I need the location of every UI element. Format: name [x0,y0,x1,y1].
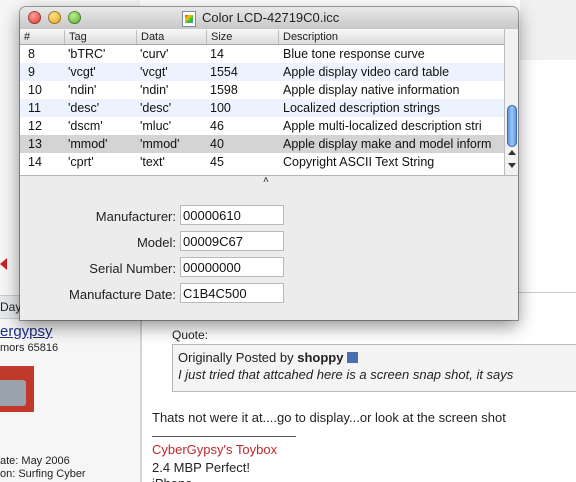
signature-line-3: iPhone [152,476,192,482]
model-field[interactable] [180,231,284,251]
cell-number: 10 [28,83,42,97]
cell-size: 1554 [210,65,238,79]
quote-posted-by-text: Originally Posted by [178,350,294,365]
cell-size: 45 [210,155,224,169]
icc-profile-window: Color LCD-42719C0.icc # Tag Data Size De… [20,7,518,320]
signature-line-2: 2.4 MBP Perfect! [152,460,251,475]
post-body-text: Thats not were it at....go to display...… [152,410,506,425]
manufacturer-field[interactable] [180,205,284,225]
table-row[interactable]: 11 'desc' 'desc' 100 Localized description s… [20,99,504,117]
cell-size: 1598 [210,83,238,97]
table-row[interactable]: 9 'vcgt' 'vcgt' 1554 Apple display video car… [20,63,504,81]
poster-location: on: Surfing Cyber [0,468,86,480]
manufacture-date-field[interactable] [180,283,284,303]
cell-tag: 'bTRC' [68,47,106,61]
avatar [0,366,34,412]
cell-data: 'vcgt' [140,65,168,79]
table-row[interactable]: 8 'bTRC' 'curv' 14 Blue tone response curve [20,45,504,63]
scroll-down-arrow-icon[interactable] [508,163,516,168]
cell-tag: 'ndin' [68,83,97,97]
table-row[interactable]: 12 'dscm' 'mluc' 46 Apple multi-localized de… [20,117,504,135]
scrollbar-thumb[interactable] [507,105,517,147]
cell-size: 46 [210,119,224,133]
zoom-window-button[interactable] [68,11,81,24]
scroll-up-arrow-icon[interactable] [508,150,516,155]
cell-description: Apple multi-localized description stri [283,119,482,133]
quote-label: Quote: [172,328,209,342]
manufacturer-label: Manufacturer: [95,209,176,224]
serial-number-field[interactable] [180,257,284,277]
cell-data: 'text' [140,155,165,169]
cell-description: Apple display native information [283,83,460,97]
column-divider [140,300,142,482]
cell-size: 100 [210,101,231,115]
cell-number: 12 [28,119,42,133]
model-label: Model: [136,235,176,250]
poster-username-link[interactable]: ergypsy [0,323,53,340]
signature-divider [152,436,296,437]
cell-data: 'ndin' [140,83,169,97]
cell-size: 14 [210,47,224,61]
splitter-caret-icon: ˄ [263,175,269,186]
table-vertical-scrollbar[interactable] [504,29,518,175]
cell-description: Copyright ASCII Text String [283,155,435,169]
tag-table-rows: 8 'bTRC' 'curv' 14 Blue tone response curve 9… [20,45,504,175]
cell-tag: 'dscm' [68,119,103,133]
column-header-number[interactable]: # [20,30,64,44]
window-title: Color LCD-42719C0.icc [202,10,340,25]
red-arrow-icon [0,258,7,270]
cell-description: Blue tone response curve [283,47,425,61]
view-post-icon[interactable] [347,352,359,363]
avatar-laptop-icon [0,380,26,406]
table-row[interactable]: 13 'mmod' 'mmod' 40 Apple display make and m… [20,135,504,153]
close-window-button[interactable] [28,11,41,24]
cell-tag: 'vcgt' [68,65,96,79]
tag-table: # Tag Data Size Description 8 'bTRC' 'curv… [20,29,518,175]
cell-data: 'mmod' [140,137,180,151]
cell-number: 11 [28,101,41,115]
table-row[interactable]: 14 'cprt' 'text' 45 Copyright ASCII Text Str… [20,153,504,171]
cell-tag: 'cprt' [68,155,94,169]
cell-number: 8 [28,47,35,61]
column-header-size[interactable]: Size [206,30,278,44]
cell-size: 40 [210,137,224,151]
column-header-description[interactable]: Description [278,30,504,44]
signature-owner-link[interactable]: CyberGypsy's [152,442,233,457]
cell-number: 14 [28,155,42,169]
window-titlebar[interactable]: Color LCD-42719C0.icc [20,7,518,30]
cell-data: 'desc' [140,101,172,115]
serial-number-label: Serial Number: [89,261,176,276]
color-swatch-icon [185,15,193,23]
poster-join-date: ate: May 2006 [0,455,70,467]
cell-number: 9 [28,65,35,79]
manufacture-date-label: Manufacture Date: [69,287,176,302]
quote-author: shoppy [297,350,344,365]
cell-description: Localized description strings [283,101,441,115]
quote-text: I just tried that attcahed here is a scr… [178,367,514,382]
background-panel-top-right [520,0,576,60]
minimize-window-button[interactable] [48,11,61,24]
cell-number: 13 [28,137,42,151]
cell-tag: 'desc' [68,101,100,115]
column-header-data[interactable]: Data [136,30,206,44]
pane-splitter[interactable]: ˄ [20,175,518,186]
cell-description: Apple display make and model inform [283,137,492,151]
cell-data: 'curv' [140,47,169,61]
signature-line-1: CyberGypsy's Toybox [152,442,277,457]
cell-tag: 'mmod' [68,137,108,151]
tag-table-header: # Tag Data Size Description [20,29,504,45]
cell-description: Apple display video card table [283,65,450,79]
signature-toybox-link[interactable]: Toybox [236,442,277,457]
quote-attribution: Originally Posted by shoppy [178,350,359,365]
color-profile-document-icon [182,11,196,27]
table-row[interactable]: 10 'ndin' 'ndin' 1598 Apple display native i… [20,81,504,99]
column-header-tag[interactable]: Tag [64,30,136,44]
poster-rank: mors 65816 [0,342,59,354]
cell-data: 'mluc' [140,119,172,133]
